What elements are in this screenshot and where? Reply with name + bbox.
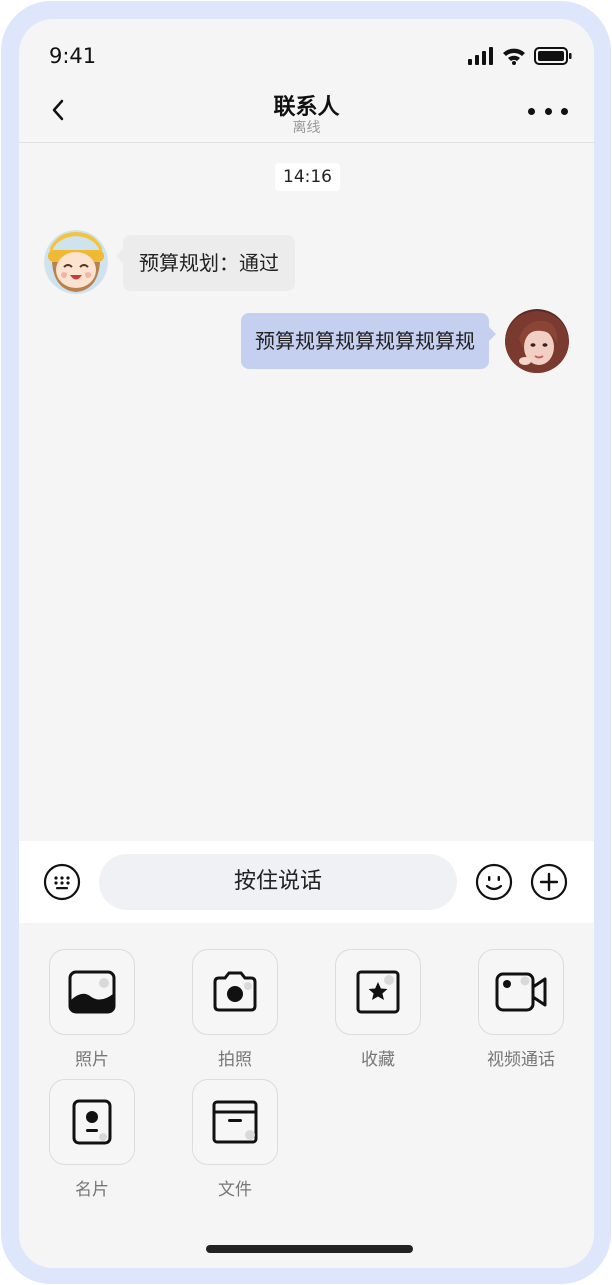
chat-screen: 9:41 联系人 离线 14:16 预算规划：通过 预算规算规算规算规算规 按住… [19, 19, 594, 1268]
favorite-icon [356, 970, 400, 1014]
battery-icon [534, 47, 572, 65]
avatar-cartoon-girl-icon [44, 230, 108, 294]
action-file[interactable]: 文件 [192, 1079, 278, 1200]
action-video-call[interactable]: 视频通话 [478, 949, 564, 1070]
action-photo[interactable]: 照片 [49, 949, 135, 1070]
action-file-box[interactable] [192, 1079, 278, 1165]
more-actions-button[interactable] [530, 863, 568, 901]
action-favorite-label: 收藏 [361, 1050, 395, 1070]
action-video-call-label: 视频通话 [487, 1050, 555, 1070]
keyboard-toggle-button[interactable] [43, 863, 81, 901]
hold-to-talk-button[interactable]: 按住说话 [99, 854, 457, 910]
status-time: 9:41 [49, 44, 97, 68]
file-icon [212, 1100, 258, 1144]
action-panel: 照片 拍照 收藏 视频通话 名片 文件 [19, 923, 594, 1268]
action-favorite-box[interactable] [335, 949, 421, 1035]
avatar-photo-icon [505, 309, 569, 373]
action-file-label: 文件 [218, 1180, 252, 1200]
incoming-message[interactable]: 预算规划：通过 [116, 235, 295, 291]
signal-icon [468, 47, 493, 65]
action-camera[interactable]: 拍照 [192, 949, 278, 1070]
action-photo-label: 照片 [75, 1050, 109, 1070]
contact-status: 离线 [292, 120, 321, 136]
photo-icon [68, 970, 116, 1014]
plus-icon [530, 863, 568, 901]
my-avatar[interactable] [505, 309, 569, 373]
action-contact-card[interactable]: 名片 [49, 1079, 135, 1200]
action-video-call-box[interactable] [478, 949, 564, 1035]
more-button[interactable] [528, 97, 568, 125]
action-photo-box[interactable] [49, 949, 135, 1035]
wifi-icon [503, 48, 525, 65]
camera-icon [213, 971, 257, 1012]
keyboard-icon [43, 863, 81, 901]
home-indicator[interactable] [206, 1245, 413, 1253]
action-camera-box[interactable] [192, 949, 278, 1035]
more-dot-icon [544, 107, 552, 115]
more-dot-icon [528, 107, 535, 115]
contact-avatar[interactable] [44, 230, 108, 294]
emoji-button[interactable] [475, 863, 513, 901]
status-icons [468, 46, 572, 66]
more-dot-icon [561, 107, 568, 115]
nav-bar: 联系人 离线 [19, 83, 594, 143]
video-call-icon [495, 972, 547, 1012]
action-contact-card-box[interactable] [49, 1079, 135, 1165]
contact-card-icon [72, 1099, 112, 1145]
input-bar: 按住说话 [19, 841, 594, 923]
emoji-icon [475, 863, 513, 901]
outgoing-message[interactable]: 预算规算规算规算规算规 [241, 313, 496, 369]
message-timestamp: 14:16 [275, 163, 340, 191]
action-favorite[interactable]: 收藏 [335, 949, 421, 1070]
action-camera-label: 拍照 [218, 1050, 252, 1070]
action-contact-card-label: 名片 [75, 1180, 109, 1200]
